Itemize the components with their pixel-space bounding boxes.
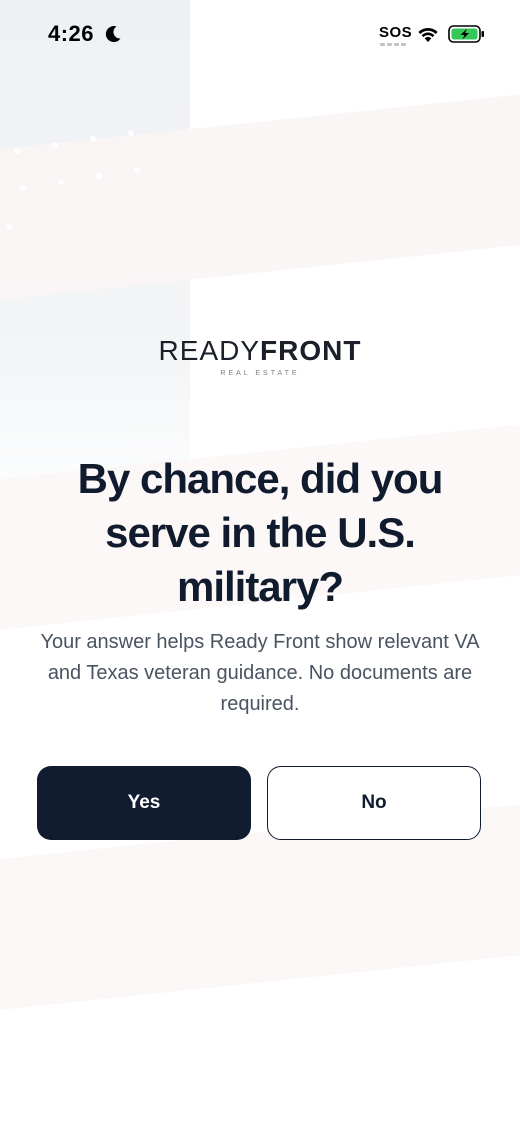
logo-tagline: REAL ESTATE [220, 370, 300, 377]
question-description: Your answer helps Ready Front show relev… [40, 631, 480, 715]
wifi-icon [418, 27, 438, 42]
status-time: 4:26 [48, 21, 95, 46]
logo-word-front: FRONT [260, 335, 362, 366]
moon-icon [105, 26, 121, 43]
signal-dots [380, 43, 408, 47]
yes-button[interactable]: Yes [37, 766, 251, 840]
battery-charging-icon [448, 25, 484, 43]
status-bar: 4:26 SOS [0, 0, 520, 70]
logo-word-ready: READY [158, 335, 261, 366]
no-button[interactable]: No [267, 766, 481, 840]
onboarding-screen: READYFRONT REAL ESTATE By chance, did yo… [0, 0, 520, 1127]
question-title: By chance, did you serve in the U.S. mil… [77, 455, 444, 610]
logo-wordmark: READYFRONT [0, 336, 520, 366]
ready-front-logo: READYFRONT REAL ESTATE [0, 336, 520, 378]
sos-label: SOS [379, 24, 413, 41]
